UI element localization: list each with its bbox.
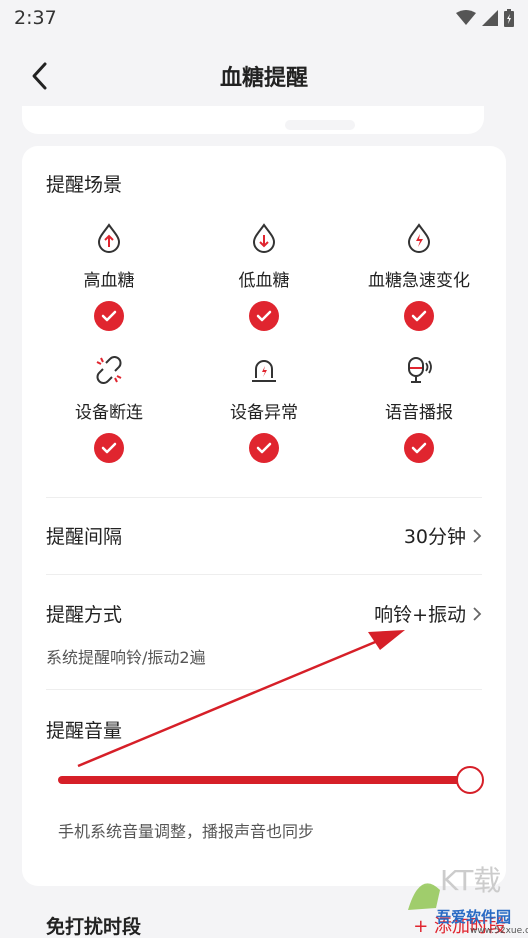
voice-speaker-icon [408, 357, 432, 383]
status-bar: 2:37 [0, 0, 528, 36]
volume-slider-thumb[interactable] [456, 766, 484, 794]
signal-icon [482, 10, 498, 26]
battery-icon [504, 9, 514, 27]
interval-value-wrap: 30分钟 [404, 522, 482, 549]
broken-link-icon [96, 356, 122, 384]
interval-row[interactable]: 提醒间隔 30分钟 [46, 522, 482, 549]
interval-label: 提醒间隔 [46, 526, 123, 548]
scene-label: 设备断连 [75, 403, 143, 423]
check-icon[interactable] [94, 433, 124, 463]
scene-item-device-disconnect[interactable]: 设备断连 [32, 354, 186, 463]
header: 血糖提醒 [0, 36, 528, 116]
drop-lightning-icon [407, 223, 431, 253]
wifi-icon [456, 10, 476, 25]
scene-item-voice-broadcast[interactable]: 语音播报 [342, 354, 496, 463]
previous-card [22, 106, 484, 134]
check-icon[interactable] [404, 301, 434, 331]
scene-item-high-glucose[interactable]: 高血糖 [32, 222, 186, 331]
scene-item-rapid-change[interactable]: 血糖急速变化 [342, 222, 496, 331]
scene-item-device-error[interactable]: 设备异常 [187, 354, 341, 463]
scene-label: 血糖急速变化 [368, 271, 470, 291]
alarm-light-icon [252, 360, 276, 382]
method-label: 提醒方式 [46, 604, 123, 626]
check-icon[interactable] [404, 433, 434, 463]
scene-label: 低血糖 [238, 271, 290, 291]
drop-up-arrow-icon [97, 223, 121, 253]
method-subtext: 系统提醒响铃/振动2遍 [46, 648, 206, 667]
page-title: 血糖提醒 [219, 66, 308, 91]
back-button[interactable] [22, 58, 58, 94]
divider [46, 574, 482, 575]
method-value: 响铃+振动 [374, 604, 466, 626]
method-value-wrap: 响铃+振动 [374, 600, 482, 627]
reminder-settings-card: 提醒场景 高血糖 低血糖 血糖急速变化 设备断连 设备异常 语音播报 提醒间隔 … [22, 146, 506, 886]
drop-down-arrow-icon [252, 223, 276, 253]
volume-note: 手机系统音量调整，播报声音也同步 [58, 822, 315, 841]
scene-label: 高血糖 [83, 271, 135, 291]
scene-label: 语音播报 [385, 403, 453, 423]
card-nub [285, 120, 355, 130]
chevron-right-icon [473, 528, 482, 543]
chevron-right-icon [473, 606, 482, 621]
check-icon[interactable] [249, 433, 279, 463]
interval-value: 30分钟 [403, 526, 466, 548]
divider [46, 497, 482, 498]
volume-slider-track[interactable] [58, 776, 468, 784]
status-icons [456, 9, 514, 27]
method-row[interactable]: 提醒方式 响铃+振动 [46, 600, 482, 627]
check-icon[interactable] [94, 301, 124, 331]
check-icon[interactable] [249, 301, 279, 331]
volume-label: 提醒音量 [46, 720, 123, 742]
chevron-left-icon [32, 62, 47, 90]
dnd-row: 免打扰时段 + 添加时段 [46, 912, 506, 938]
dnd-title: 免打扰时段 [46, 916, 142, 938]
add-period-button[interactable]: + 添加时段 [413, 912, 506, 938]
scene-label: 设备异常 [230, 403, 298, 423]
scene-title: 提醒场景 [46, 174, 123, 196]
divider [46, 689, 482, 690]
status-time: 2:37 [14, 7, 57, 29]
scene-item-low-glucose[interactable]: 低血糖 [187, 222, 341, 331]
